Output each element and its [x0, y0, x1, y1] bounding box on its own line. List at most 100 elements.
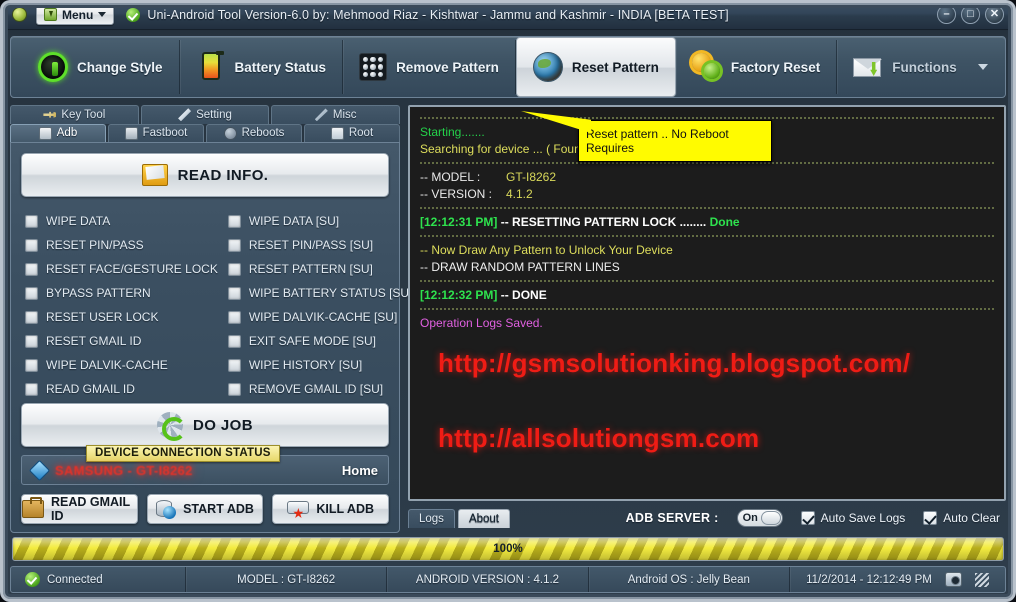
button-label: START ADB [183, 502, 254, 516]
option-checkbox[interactable]: RESET USER LOCK [25, 305, 218, 329]
action-button-row: READ GMAIL ID START ADB KILL ADB [21, 494, 390, 524]
toolbar-label: Change Style [77, 59, 163, 75]
adb-server-toggle[interactable]: On [736, 509, 783, 527]
option-label: REMOVE GMAIL ID [SU] [248, 382, 384, 396]
globe-rock-icon [532, 52, 563, 82]
status-datetime-label: 11/2/2014 - 12:12:49 PM [806, 573, 932, 586]
toolbar-label: Battery Status [234, 59, 327, 75]
device-connection-strip: DEVICE CONNECTION STATUS SAMSUNG - GT-I8… [21, 445, 389, 485]
option-checkbox[interactable]: RESET GMAIL ID [25, 329, 218, 353]
option-checkbox[interactable]: READ GMAIL ID [25, 377, 218, 401]
tab-logs[interactable]: Logs [408, 508, 455, 528]
tab-reboots[interactable]: Reboots [206, 123, 302, 142]
option-checkbox[interactable]: WIPE DALVIK-CACHE [25, 353, 218, 377]
auto-clear-checkbox[interactable]: Auto Clear [923, 511, 1000, 525]
resize-grip[interactable] [974, 572, 989, 587]
toolbar-button-factory-reset[interactable]: Factory Reset [676, 40, 838, 94]
log-timestamp: [12:12:32 PM] [420, 288, 501, 302]
option-checkbox[interactable]: WIPE DATA [25, 209, 218, 233]
minimize-button[interactable]: – [937, 5, 956, 24]
read-info-button[interactable]: READ INFO. [21, 153, 389, 197]
tab-about[interactable]: About [457, 508, 510, 528]
status-model: MODEL : GT-I8262 [186, 567, 388, 592]
gear-refresh-icon [157, 412, 187, 441]
checkbox-unchecked-icon [25, 238, 38, 252]
tab-fastboot[interactable]: Fastboot [108, 123, 204, 142]
toolbar-button-change-style[interactable]: Change Style [22, 40, 180, 94]
log-key: -- MODEL : [420, 170, 481, 184]
battery-icon [196, 51, 226, 82]
option-checkbox[interactable]: EXIT SAFE MODE [SU] [227, 329, 413, 353]
read-info-label: READ INFO. [177, 166, 269, 184]
tab-key-tool[interactable]: Key Tool [10, 105, 139, 124]
option-label: BYPASS PATTERN [46, 286, 151, 300]
connected-check-icon [25, 572, 40, 587]
option-checkbox[interactable]: BYPASS PATTERN [25, 281, 218, 305]
checkbox-unchecked-icon [25, 382, 38, 396]
do-job-button[interactable]: DO JOB [21, 403, 389, 447]
kill-adb-icon [287, 500, 310, 518]
callout-text: Reset pattern .. No Reboot Requires [586, 127, 729, 155]
toolbar-button-reset-pattern[interactable]: Reset Pattern [515, 37, 676, 97]
adb-server-label: ADB SERVER : [625, 511, 719, 525]
log-separator [420, 207, 994, 209]
toolbar-button-functions[interactable]: Functions [837, 40, 1004, 94]
maximize-button[interactable]: □ [961, 5, 980, 24]
option-checkbox[interactable]: RESET PATTERN [SU] [227, 257, 413, 281]
toolbar-button-remove-pattern[interactable]: Remove Pattern [343, 40, 516, 94]
chevron-down-icon [977, 64, 988, 70]
auto-save-logs-checkbox[interactable]: Auto Save Logs [800, 511, 905, 525]
option-checkbox[interactable]: WIPE HISTORY [SU] [227, 353, 413, 377]
toolbar-label: Factory Reset [730, 59, 821, 75]
checkbox-unchecked-icon [227, 214, 241, 228]
menu-button-label: Menu [62, 7, 94, 22]
checkbox-unchecked-icon [25, 334, 38, 348]
checkbox-unchecked-icon [227, 262, 241, 276]
option-label: EXIT SAFE MODE [SU] [248, 334, 376, 348]
mail-icon [141, 164, 168, 186]
kill-adb-button[interactable]: KILL ADB [272, 494, 390, 524]
log-result-line: [12:12:31 PM] -- RESETTING PATTERN LOCK … [420, 214, 994, 231]
tab-label: Reboots [241, 127, 285, 140]
adb-icon [38, 126, 52, 140]
close-button[interactable]: ✕ [985, 5, 1004, 24]
log-value: 4.1.2 [506, 187, 533, 201]
tab-misc[interactable]: Misc [271, 105, 401, 124]
promo-url-1[interactable]: http://gsmsolutionking.blogspot.com/ [438, 348, 994, 379]
read-gmail-id-button[interactable]: READ GMAIL ID [21, 494, 138, 524]
option-label: WIPE DALVIK-CACHE [SU] [248, 310, 398, 324]
database-globe-icon [156, 499, 177, 519]
checkbox-unchecked-icon [25, 262, 38, 276]
option-checkbox[interactable]: WIPE DALVIK-CACHE [SU] [227, 305, 413, 329]
tab-label: Fastboot [142, 127, 188, 140]
start-adb-button[interactable]: START ADB [146, 494, 264, 524]
option-label: RESET PATTERN [SU] [248, 262, 373, 276]
option-checkbox[interactable]: RESET PIN/PASS [SU] [227, 233, 413, 257]
promo-url-2[interactable]: http://allsolutiongsm.com [438, 423, 994, 454]
tab-label: Key Tool [61, 108, 106, 121]
main-content: Key Tool Setting Misc Adb Fastboot Reboo… [10, 105, 1006, 533]
toggle-knob [760, 511, 781, 525]
screenshot-camera-icon[interactable] [944, 572, 962, 587]
progress-bar: 100% [12, 537, 1004, 561]
left-tabs-top: Key Tool Setting Misc [10, 105, 401, 124]
option-checkbox[interactable]: RESET FACE/GESTURE LOCK [25, 257, 218, 281]
fastboot-icon [124, 126, 138, 140]
menu-button[interactable]: Menu [36, 4, 115, 25]
option-checkbox[interactable]: RESET PIN/PASS [25, 233, 218, 257]
log-console[interactable]: Starting....... Searching for device ... … [408, 105, 1006, 501]
home-button[interactable]: Home [342, 463, 378, 478]
tab-setting[interactable]: Setting [140, 105, 270, 124]
tab-root[interactable]: Root [304, 123, 400, 142]
option-checkbox[interactable]: WIPE BATTERY STATUS [SU] [227, 281, 412, 305]
log-key: -- VERSION : [420, 187, 493, 201]
checkbox-unchecked-icon [25, 310, 38, 324]
option-checkbox[interactable]: REMOVE GMAIL ID [SU] [227, 377, 413, 401]
tab-adb[interactable]: Adb [10, 123, 106, 142]
toolbar-button-battery-status[interactable]: Battery Status [180, 40, 344, 94]
checkbox-unchecked-icon [25, 214, 38, 228]
option-checkbox[interactable]: WIPE DATA [SU] [227, 209, 413, 233]
checkbox-label: Auto Clear [943, 511, 1000, 525]
option-label: RESET PIN/PASS [SU] [248, 238, 374, 252]
status-android-version: ANDROID VERSION : 4.1.2 [387, 567, 589, 592]
